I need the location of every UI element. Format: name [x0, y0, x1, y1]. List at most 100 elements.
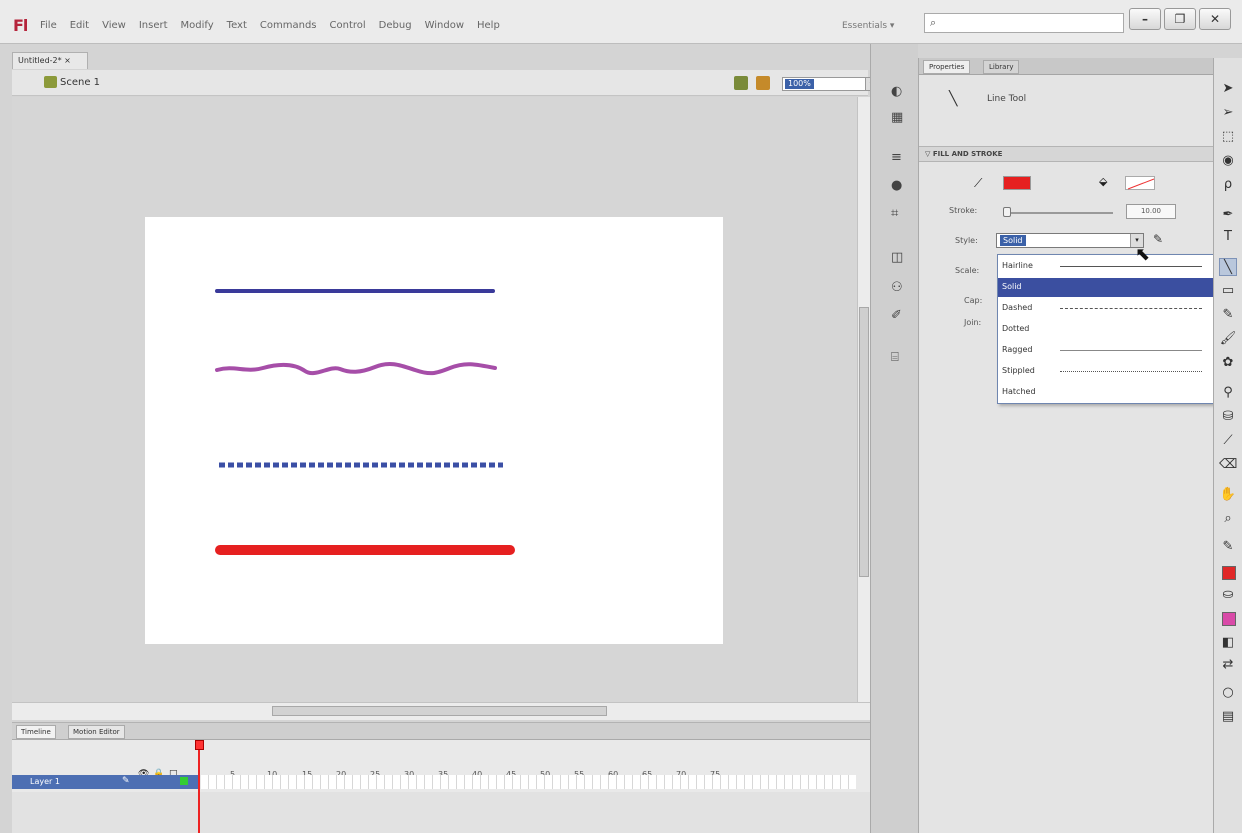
eraser-tool-icon[interactable]: ⌫ [1219, 456, 1237, 474]
info-panel-icon[interactable]: ● [891, 178, 902, 193]
scene-icon [44, 76, 57, 88]
stippled-sample [1060, 371, 1202, 372]
subselection-tool-icon[interactable]: ➢ [1219, 104, 1237, 122]
option-label: Ragged [1002, 345, 1033, 354]
brush-tool-icon[interactable]: 🖌 [1219, 330, 1237, 348]
stroke-slider-handle[interactable] [1003, 207, 1011, 217]
playhead-handle[interactable] [195, 740, 204, 750]
frames-row[interactable] [201, 775, 856, 789]
search-input[interactable]: ⌕ [924, 13, 1124, 33]
history-panel-icon[interactable]: ⌸ [891, 350, 899, 365]
menu-help[interactable]: Help [477, 20, 500, 31]
document-tab[interactable]: Untitled-2* × [12, 52, 88, 69]
horizontal-scrollbar[interactable] [12, 702, 870, 720]
hand-tool-icon[interactable]: ✋ [1219, 486, 1237, 504]
layer-row[interactable]: Layer 1 ✎ [12, 775, 200, 789]
zoom-value: 100% [785, 79, 814, 89]
stage[interactable] [145, 217, 723, 644]
align-panel-icon[interactable]: ≡ [891, 150, 902, 165]
line-tool-icon[interactable]: ╲ [1219, 258, 1237, 276]
rectangle-tool-icon[interactable]: ▭ [1219, 282, 1237, 300]
style-option-dashed[interactable]: Dashed [998, 299, 1214, 318]
lasso-tool-icon[interactable]: ρ [1219, 176, 1237, 194]
menu-view[interactable]: View [102, 20, 126, 31]
section-title: FILL AND STROKE [932, 150, 1003, 158]
color-panel-icon[interactable]: ◐ [891, 84, 902, 99]
option-label: Dashed [1002, 303, 1033, 312]
paint-bucket-tool-icon[interactable]: ⛁ [1219, 408, 1237, 426]
menu-edit[interactable]: Edit [70, 20, 89, 31]
stage-drawing [215, 289, 515, 555]
tab-motion-editor[interactable]: Motion Editor [68, 725, 125, 739]
style-option-solid[interactable]: Solid [998, 278, 1214, 297]
tab-library[interactable]: Library [983, 60, 1020, 74]
menu-commands[interactable]: Commands [260, 20, 317, 31]
components-panel-icon[interactable]: ◫ [891, 250, 903, 265]
stroke-color-tool-swatch[interactable] [1222, 566, 1236, 580]
eyedropper-tool-icon[interactable]: ⟋ [1219, 432, 1237, 450]
selection-tool-icon[interactable]: ➤ [1219, 80, 1237, 98]
layer-color-icon[interactable] [180, 777, 188, 785]
code-snippets-icon[interactable]: ⚇ [891, 280, 903, 295]
vertical-scrollbar[interactable] [857, 97, 870, 702]
maximize-button[interactable]: ❐ [1164, 8, 1196, 30]
deco-tool-icon[interactable]: ✿ [1219, 354, 1237, 372]
zoom-select[interactable]: 100% ▾ [782, 77, 878, 91]
fill-color-icon: ⛀ [1222, 587, 1234, 602]
ragged-sample [1060, 350, 1202, 351]
text-tool-icon[interactable]: T [1219, 228, 1237, 246]
motion-presets-icon[interactable]: ✐ [891, 308, 902, 323]
menu-debug[interactable]: Debug [379, 20, 412, 31]
style-option-ragged[interactable]: Ragged [998, 341, 1214, 360]
options-icon[interactable]: ▤ [1219, 708, 1237, 726]
black-white-icon[interactable]: ◧ [1219, 634, 1237, 652]
pen-tool-icon[interactable]: ✒ [1219, 206, 1237, 224]
menu-text[interactable]: Text [227, 20, 247, 31]
snap-to-objects-icon[interactable]: ○ [1219, 684, 1237, 702]
style-option-hatched[interactable]: Hatched [998, 383, 1214, 402]
edit-scene-icon[interactable] [734, 76, 748, 90]
free-transform-tool-icon[interactable]: ⬚ [1219, 128, 1237, 146]
scene-label[interactable]: Scene 1 [60, 77, 100, 88]
stroke-slider[interactable] [1003, 212, 1113, 214]
option-label: Hairline [1002, 261, 1033, 270]
timeline-panel: Timeline Motion Editor 5 10 15 20 25 30 … [12, 722, 870, 833]
pencil-tool-icon[interactable]: ✎ [1219, 306, 1237, 324]
menu-list: File Edit View Insert Modify Text Comman… [40, 20, 513, 31]
swap-colors-icon[interactable]: ⇄ [1219, 656, 1237, 674]
fill-color-swatch[interactable] [1125, 176, 1155, 190]
3d-rotation-tool-icon[interactable]: ◉ [1219, 152, 1237, 170]
edit-symbols-icon[interactable] [756, 76, 770, 90]
tab-properties[interactable]: Properties [923, 60, 971, 74]
layer-name[interactable]: Layer 1 [30, 777, 60, 786]
minimize-button[interactable]: – [1129, 8, 1161, 30]
stroke-color-swatch[interactable] [1003, 176, 1031, 190]
playhead[interactable] [198, 740, 200, 833]
stroke-value-field[interactable]: 10.00 [1126, 204, 1176, 219]
vertical-scroll-thumb[interactable] [859, 307, 869, 577]
fill-and-stroke-header[interactable]: ▽ FILL AND STROKE [919, 146, 1214, 162]
style-option-dotted[interactable]: Dotted [998, 320, 1214, 339]
style-option-stippled[interactable]: Stippled [998, 362, 1214, 381]
properties-panel: Properties Library ╲ Line Tool ▽ FILL AN… [918, 58, 1214, 833]
menu-window[interactable]: Window [425, 20, 464, 31]
transform-panel-icon[interactable]: ⌗ [891, 206, 898, 221]
style-dropdown-list: Hairline Solid Dashed Dotted Ragged Stip… [997, 254, 1215, 404]
menu-modify[interactable]: Modify [181, 20, 214, 31]
fill-color-tool-swatch[interactable] [1222, 612, 1236, 626]
bone-tool-icon[interactable]: ⚲ [1219, 384, 1237, 402]
menu-insert[interactable]: Insert [139, 20, 168, 31]
panel-dock: ◐ ▦ ≡ ● ⌗ ◫ ⚇ ✐ ⌸ [870, 44, 918, 833]
zoom-tool-icon[interactable]: ⌕ [1219, 510, 1237, 528]
workspace-label: Essentials [842, 21, 888, 31]
menu-control[interactable]: Control [330, 20, 366, 31]
style-option-hairline[interactable]: Hairline [998, 257, 1214, 276]
edit-stroke-style-icon[interactable]: ✎ [1153, 232, 1163, 246]
menu-file[interactable]: File [40, 20, 57, 31]
horizontal-scroll-thumb[interactable] [272, 706, 607, 716]
close-button[interactable]: ✕ [1199, 8, 1231, 30]
swatches-panel-icon[interactable]: ▦ [891, 110, 903, 125]
workspace-switcher[interactable]: Essentials ▾ [842, 21, 894, 31]
style-select[interactable]: Solid ▾ [996, 233, 1144, 248]
tab-timeline[interactable]: Timeline [16, 725, 56, 739]
